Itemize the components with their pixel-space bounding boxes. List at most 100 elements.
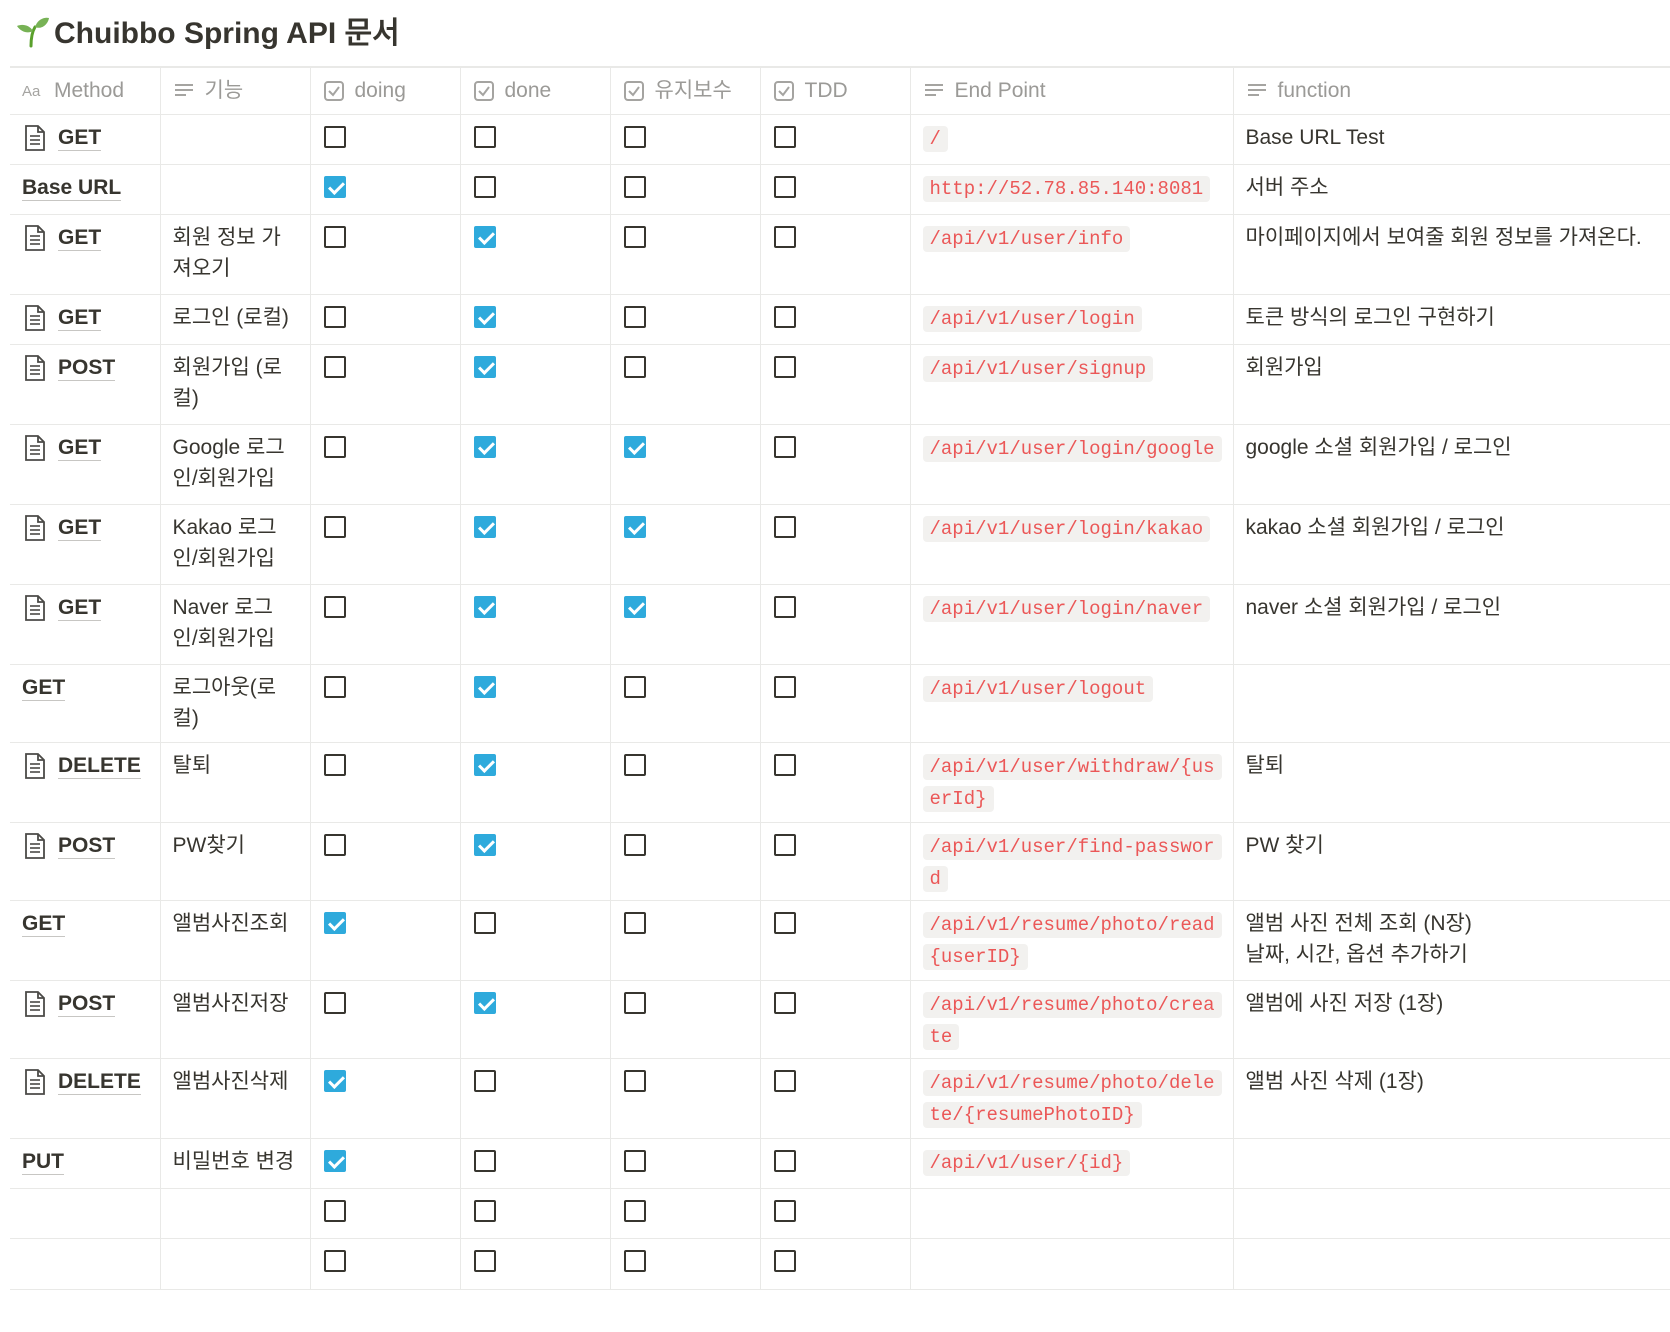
- column-header-maintenance[interactable]: 유지보수: [609, 66, 761, 115]
- maint-checkbox[interactable]: [623, 225, 646, 248]
- doing-checkbox[interactable]: [323, 911, 346, 934]
- method-cell[interactable]: POST: [10, 979, 161, 1059]
- table-row[interactable]: DELETE 탈퇴/api/v1/user/withdraw/{userId} 탈퇴: [10, 741, 1670, 823]
- method-cell[interactable]: GET: [10, 423, 161, 505]
- maint-checkbox[interactable]: [623, 1199, 646, 1222]
- done-checkbox[interactable]: [473, 753, 496, 776]
- table-row[interactable]: Base URL http://52.78.85.140:8081 서버 주소: [10, 163, 1670, 215]
- doing-checkbox[interactable]: [323, 1069, 346, 1092]
- done-checkbox[interactable]: [473, 515, 496, 538]
- table-row[interactable]: GET 로그인 (로컬) /api/v1/user/login 토큰 방식의 로그인 …: [10, 293, 1670, 345]
- function-cell[interactable]: 앨범 사진 삭제 (1장): [1232, 1057, 1670, 1139]
- maint-checkbox[interactable]: [623, 355, 646, 378]
- tdd-checkbox[interactable]: [773, 515, 796, 538]
- column-header-done[interactable]: done: [459, 66, 611, 115]
- doing-checkbox[interactable]: [323, 515, 346, 538]
- done-checkbox[interactable]: [473, 1149, 496, 1172]
- method-cell[interactable]: GET: [10, 503, 161, 585]
- doing-checkbox[interactable]: [323, 595, 346, 618]
- column-header-feature[interactable]: 기능: [159, 66, 311, 115]
- table-row[interactable]: GET Naver 로그인/회원가입/api/v1/user/login/nave…: [10, 583, 1670, 665]
- endpoint-cell[interactable]: /api/v1/user/info: [909, 213, 1234, 295]
- function-cell[interactable]: 서버 주소: [1232, 163, 1670, 215]
- method-label[interactable]: GET: [58, 125, 102, 151]
- method-cell[interactable]: GET: [10, 899, 161, 981]
- method-cell[interactable]: GET: [10, 583, 161, 665]
- maint-checkbox[interactable]: [623, 991, 646, 1014]
- method-cell[interactable]: DELETE: [10, 1057, 161, 1139]
- doing-checkbox[interactable]: [323, 175, 346, 198]
- method-label[interactable]: DELETE: [58, 753, 141, 779]
- function-cell[interactable]: 앨범에 사진 저장 (1장): [1232, 979, 1670, 1059]
- feature-cell[interactable]: 비밀번호 변경: [159, 1137, 311, 1189]
- feature-cell[interactable]: 탈퇴: [159, 741, 311, 823]
- done-checkbox[interactable]: [473, 125, 496, 148]
- method-cell[interactable]: GET: [10, 293, 161, 345]
- doing-checkbox[interactable]: [323, 1149, 346, 1172]
- method-label[interactable]: Base URL: [22, 175, 122, 201]
- feature-cell[interactable]: Kakao 로그인/회원가입: [159, 503, 311, 585]
- endpoint-cell[interactable]: /api/v1/user/{id}: [909, 1137, 1234, 1189]
- method-cell[interactable]: POST: [10, 821, 161, 901]
- maint-checkbox[interactable]: [623, 125, 646, 148]
- endpoint-cell[interactable]: /api/v1/resume/photo/delete/{resumePhoto…: [909, 1057, 1234, 1139]
- doing-checkbox[interactable]: [323, 305, 346, 328]
- feature-cell[interactable]: Google 로그인/회원가입: [159, 423, 311, 505]
- feature-cell[interactable]: 회원가입 (로컬): [159, 343, 311, 425]
- column-header-doing[interactable]: doing: [309, 66, 461, 115]
- maint-checkbox[interactable]: [623, 753, 646, 776]
- tdd-checkbox[interactable]: [773, 675, 796, 698]
- feature-cell[interactable]: [159, 1187, 311, 1239]
- table-row[interactable]: [10, 1187, 1670, 1239]
- table-row[interactable]: POST 회원가입 (로컬) /api/v1/user/signup 회원가입: [10, 343, 1670, 425]
- method-cell[interactable]: DELETE: [10, 741, 161, 823]
- endpoint-cell[interactable]: /api/v1/user/logout: [909, 663, 1234, 743]
- feature-cell[interactable]: 앨범사진삭제: [159, 1057, 311, 1139]
- endpoint-cell[interactable]: /api/v1/user/login/google: [909, 423, 1234, 505]
- table-row[interactable]: POST 앨범사진저장/api/v1/resume/photo/create 앨범에…: [10, 979, 1670, 1059]
- doing-checkbox[interactable]: [323, 1199, 346, 1222]
- doing-checkbox[interactable]: [323, 991, 346, 1014]
- tdd-checkbox[interactable]: [773, 435, 796, 458]
- tdd-checkbox[interactable]: [773, 225, 796, 248]
- done-checkbox[interactable]: [473, 911, 496, 934]
- function-cell[interactable]: 회원가입: [1232, 343, 1670, 425]
- done-checkbox[interactable]: [473, 675, 496, 698]
- function-cell[interactable]: Base URL Test: [1232, 113, 1670, 165]
- doing-checkbox[interactable]: [323, 355, 346, 378]
- function-cell[interactable]: [1232, 1137, 1670, 1189]
- tdd-checkbox[interactable]: [773, 595, 796, 618]
- doing-checkbox[interactable]: [323, 675, 346, 698]
- endpoint-cell[interactable]: /api/v1/user/signup: [909, 343, 1234, 425]
- feature-cell[interactable]: 앨범사진조회: [159, 899, 311, 981]
- method-label[interactable]: DELETE: [58, 1069, 141, 1095]
- endpoint-cell[interactable]: [909, 1237, 1234, 1290]
- maint-checkbox[interactable]: [623, 515, 646, 538]
- table-row[interactable]: GET 회원 정보 가져오기/api/v1/user/info 마이페이지에서 보여…: [10, 213, 1670, 295]
- method-label[interactable]: POST: [58, 355, 116, 381]
- tdd-checkbox[interactable]: [773, 1249, 796, 1272]
- function-cell[interactable]: 마이페이지에서 보여줄 회원 정보를 가져온다.: [1232, 213, 1670, 295]
- done-checkbox[interactable]: [473, 175, 496, 198]
- table-row[interactable]: DELETE 앨범사진삭제/api/v1/resume/photo/delete/…: [10, 1057, 1670, 1139]
- method-label[interactable]: GET: [58, 515, 102, 541]
- doing-checkbox[interactable]: [323, 225, 346, 248]
- function-cell[interactable]: naver 소셜 회원가입 / 로그인: [1232, 583, 1670, 665]
- table-row[interactable]: GET / Base URL Test: [10, 113, 1670, 165]
- tdd-checkbox[interactable]: [773, 1069, 796, 1092]
- doing-checkbox[interactable]: [323, 435, 346, 458]
- feature-cell[interactable]: 회원 정보 가져오기: [159, 213, 311, 295]
- column-header-method[interactable]: Aa Method: [10, 66, 161, 115]
- method-label[interactable]: GET: [58, 435, 102, 461]
- method-cell[interactable]: Base URL: [10, 163, 161, 215]
- maint-checkbox[interactable]: [623, 305, 646, 328]
- table-row[interactable]: GET Google 로그인/회원가입/api/v1/user/login/goo…: [10, 423, 1670, 505]
- feature-cell[interactable]: PW찾기: [159, 821, 311, 901]
- endpoint-cell[interactable]: /api/v1/user/login/naver: [909, 583, 1234, 665]
- endpoint-cell[interactable]: /api/v1/resume/photo/read{userID}: [909, 899, 1234, 981]
- table-row[interactable]: GET 앨범사진조회/api/v1/resume/photo/read{userI…: [10, 899, 1670, 981]
- feature-cell[interactable]: 로그아웃(로컬): [159, 663, 311, 743]
- maint-checkbox[interactable]: [623, 675, 646, 698]
- done-checkbox[interactable]: [473, 595, 496, 618]
- method-cell[interactable]: GET: [10, 663, 161, 743]
